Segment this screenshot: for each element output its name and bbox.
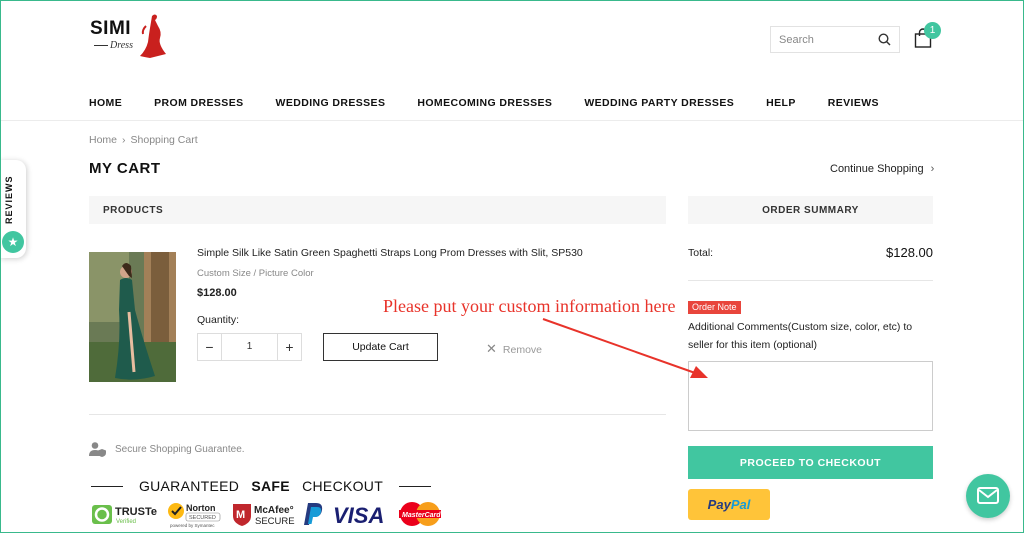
svg-text:McAfee°: McAfee° <box>254 505 294 516</box>
total-value: $128.00 <box>886 245 933 260</box>
svg-text:MasterCard: MasterCard <box>402 512 441 519</box>
store-logo[interactable]: SIMI Dress <box>90 12 180 62</box>
product-variant: Custom Size / Picture Color <box>197 268 314 279</box>
logo-subtext: Dress <box>94 40 133 51</box>
annotation-arrow-icon <box>542 318 708 378</box>
trust-badges: TRUSTe Verified Norton SECURED powered b… <box>91 500 441 528</box>
chat-button[interactable] <box>966 474 1010 518</box>
nav-item-homecoming-dresses[interactable]: HOMECOMING DRESSES <box>417 97 552 109</box>
nav-item-reviews[interactable]: REVIEWS <box>828 97 879 109</box>
summary-divider <box>688 280 933 281</box>
guarantee-title: GUARANTEED SAFE CHECKOUT <box>91 478 432 494</box>
breadcrumb-home[interactable]: Home <box>89 134 117 146</box>
breadcrumb: Home › Shopping Cart <box>89 134 198 146</box>
close-icon: ✕ <box>486 341 497 356</box>
breadcrumb-current: Shopping Cart <box>130 134 198 146</box>
products-divider <box>89 414 666 415</box>
quantity-increase-button[interactable]: + <box>278 334 301 360</box>
truste-badge: TRUSTe Verified <box>91 501 159 527</box>
search-icon[interactable] <box>878 33 891 51</box>
mcafee-badge: M McAfee° SECURE <box>231 501 295 527</box>
quantity-stepper: − 1 + <box>197 333 302 361</box>
cart-count-badge[interactable]: 1 <box>924 22 941 39</box>
order-note-description: Additional Comments(Custom size, color, … <box>688 321 913 351</box>
secure-label: Secure Shopping Guarantee. <box>115 443 245 455</box>
total-label: Total: <box>688 247 714 259</box>
nav-item-wedding-party-dresses[interactable]: WEDDING PARTY DRESSES <box>584 97 734 109</box>
nav-item-help[interactable]: HELP <box>766 97 796 109</box>
logo-dress-figure-icon <box>140 14 166 58</box>
mastercard-logo-icon: MasterCard <box>397 501 443 527</box>
nav-item-prom-dresses[interactable]: PROM DRESSES <box>154 97 243 109</box>
product-price: $128.00 <box>197 287 237 299</box>
products-header: PRODUCTS <box>89 196 666 224</box>
order-note-textarea[interactable] <box>688 361 933 431</box>
guaranteed-safe-checkout: GUARANTEED SAFE CHECKOUT TRUSTe Verified… <box>91 478 441 528</box>
norton-badge: Norton SECURED powered by Symantec <box>167 500 223 528</box>
svg-text:TRUSTe: TRUSTe <box>115 506 157 518</box>
svg-text:SECURE: SECURE <box>255 516 295 527</box>
continue-shopping-label: Continue Shopping <box>830 163 924 175</box>
remove-link[interactable]: ✕ Remove <box>486 341 542 357</box>
product-image[interactable] <box>89 252 176 382</box>
paypal-logo-icon <box>303 501 325 527</box>
nav-item-wedding-dresses[interactable]: WEDDING DRESSES <box>276 97 386 109</box>
main-nav: HOME PROM DRESSES WEDDING DRESSES HOMECO… <box>89 97 911 109</box>
search-input[interactable] <box>771 33 871 46</box>
remove-label: Remove <box>502 344 543 356</box>
nav-item-home[interactable]: HOME <box>89 97 122 109</box>
reviews-side-tab[interactable]: REVIEWS ★ <box>0 160 26 258</box>
star-icon: ★ <box>2 231 24 253</box>
page-title: MY CART <box>89 160 161 177</box>
reviews-tab-label: REVIEWS <box>4 175 14 224</box>
chevron-right-icon: › <box>930 163 935 175</box>
svg-text:M: M <box>236 509 245 521</box>
order-note-badge: Order Note <box>688 301 741 314</box>
logo-text: SIMI <box>90 18 132 39</box>
product-name[interactable]: Simple Silk Like Satin Green Spaghetti S… <box>197 247 583 259</box>
annotation-text: Please put your custom information here <box>383 296 676 316</box>
order-summary-header: ORDER SUMMARY <box>688 196 933 224</box>
quantity-decrease-button[interactable]: − <box>198 334 221 360</box>
continue-shopping-link[interactable]: Continue Shopping › <box>830 163 934 175</box>
svg-text:VISA: VISA <box>333 503 384 526</box>
svg-text:Verified: Verified <box>116 519 136 525</box>
chevron-right-icon: › <box>122 134 126 146</box>
proceed-to-checkout-button[interactable]: PROCEED TO CHECKOUT <box>688 446 933 479</box>
svg-text:SECURED: SECURED <box>189 515 216 521</box>
svg-text:Norton: Norton <box>186 503 216 513</box>
search-box[interactable] <box>770 26 900 53</box>
quantity-label: Quantity: <box>197 314 240 326</box>
update-cart-button[interactable]: Update Cart <box>323 333 438 361</box>
header-divider <box>0 120 1024 121</box>
envelope-icon <box>977 487 999 504</box>
user-shield-icon <box>89 442 106 457</box>
quantity-input[interactable]: 1 <box>221 334 278 360</box>
svg-text:powered by Symantec: powered by Symantec <box>170 523 215 528</box>
paypal-checkout-button[interactable]: PayPal <box>688 489 770 520</box>
secure-shopping-note: Secure Shopping Guarantee. <box>89 441 245 457</box>
visa-logo-icon: VISA <box>333 502 389 526</box>
